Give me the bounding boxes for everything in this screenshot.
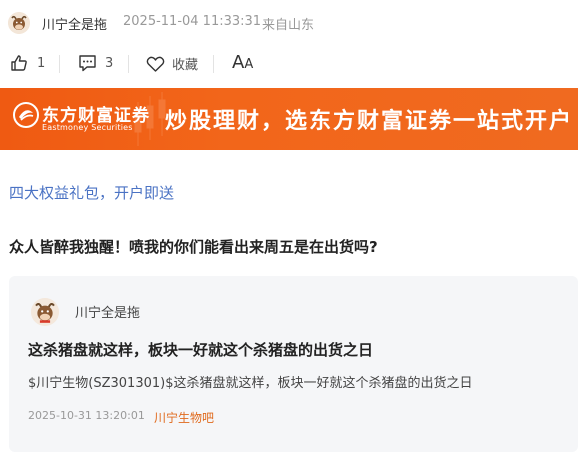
- quote-bar-link[interactable]: 川宁生物吧: [154, 409, 214, 426]
- quote-username[interactable]: 川宁全是拖: [75, 302, 140, 321]
- ad-banner[interactable]: 东方财富证券 Eastmoney Securities 炒股理财，选东方财富证券…: [0, 88, 578, 150]
- favorite-label: 收藏: [172, 58, 199, 73]
- ox-avatar-icon: [8, 12, 30, 34]
- quoted-post-card[interactable]: 川宁全是拖 这杀猪盘就这样，板块一好就这个杀猪盘的出货之日 $川宁生物(SZ30…: [9, 276, 578, 452]
- quote-body: $川宁生物(SZ301301)$这杀猪盘就这样，板块一好就这个杀猪盘的出货之日: [28, 376, 473, 391]
- like-button[interactable]: 1: [10, 54, 45, 72]
- post-username[interactable]: 川宁全是拖: [42, 14, 107, 33]
- post-timestamp: 2025-11-04 11:33:31: [123, 14, 262, 29]
- comment-button[interactable]: 3: [78, 54, 113, 72]
- user-avatar[interactable]: [8, 12, 30, 34]
- banner-logo-english: Eastmoney Securities: [42, 123, 133, 132]
- post-location: 来自山东: [262, 18, 315, 33]
- font-size-button[interactable]: AA: [232, 52, 253, 73]
- quote-timestamp: 2025-10-31 13:20:01: [28, 409, 145, 422]
- divider: [128, 55, 129, 73]
- eastmoney-logo-icon: [13, 102, 39, 128]
- comment-icon: [79, 55, 96, 72]
- ox-avatar-icon: [31, 298, 59, 326]
- quote-title[interactable]: 这杀猪盘就这样，板块一好就这个杀猪盘的出货之日: [28, 339, 373, 360]
- thumbs-up-icon: [11, 55, 27, 71]
- divider: [213, 55, 214, 73]
- heart-icon: [146, 56, 165, 72]
- font-size-icon: A: [232, 52, 245, 73]
- favorite-button[interactable]: 收藏: [146, 54, 198, 73]
- divider: [59, 55, 60, 73]
- promo-link[interactable]: 四大权益礼包，开户即送: [9, 182, 174, 203]
- quote-avatar[interactable]: [31, 298, 59, 326]
- banner-slogan: 炒股理财，选东方财富证券一站式开户: [165, 109, 574, 134]
- post-title: 众人皆醉我独醒！喷我的你们能看出来周五是在出货吗?: [9, 238, 378, 256]
- like-count: 1: [37, 55, 46, 71]
- comment-count: 3: [105, 55, 114, 71]
